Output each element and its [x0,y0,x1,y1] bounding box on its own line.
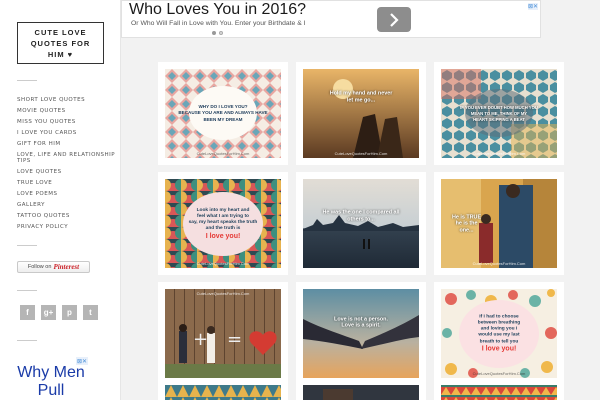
nav-item-love-quotes[interactable]: LOVE QUOTES [17,167,117,178]
quote-image [303,385,419,400]
top-ad-pager [212,31,223,35]
quote-image: He was the one I compared all others to.… [303,179,419,268]
quote-image: He is TRUE he is the one... CuteLoveQuot… [441,179,557,268]
svg-text:+: + [193,329,208,350]
chevron-right-icon[interactable] [377,7,411,32]
gallery-card[interactable]: + = CuteLoveQuotesForHim.Com [158,282,288,385]
quote-caption: Look into my heart and feel what I am tr… [178,201,268,245]
gallery-card[interactable]: Look into my heart and feel what I am tr… [158,172,288,275]
quote-image [441,385,557,400]
gallery-card[interactable] [158,378,288,400]
quote-caption: Love is not a person. Love is a spirit. [334,316,388,329]
quote-text: Look into my heart and feel what I am tr… [188,207,258,232]
divider [17,290,37,291]
nav-item-short-love-quotes[interactable]: SHORT LOVE QUOTES [17,95,117,106]
quote-image: If I had to choose between breathing and… [441,289,557,378]
quote-caption: WHY DO I LOVE YOU? BECAUSE YOU ARE AND A… [178,103,268,122]
gallery-card[interactable]: Love is not a person. Love is a spirit. [296,282,426,385]
pinterest-follow-button[interactable]: Follow on Pinterest [17,261,90,273]
quote-image: WHY DO I LOVE YOU? BECAUSE YOU ARE AND A… [165,69,281,158]
nav-item-movie-quotes[interactable]: MOVIE QUOTES [17,106,117,117]
quote-image [165,385,281,400]
quote-caption: IF YOU EVER DOUBT HOW MUCH YOU MEAN TO M… [460,104,538,122]
top-ad-subtitle: Or Who Will Fall in Love with You. Enter… [131,20,306,27]
quote-caption: He was the one I compared all others to.… [322,209,400,223]
quote-image: + = CuteLoveQuotesForHim.Com [165,289,281,378]
quote-image: IF YOU EVER DOUBT HOW MUCH YOU MEAN TO M… [441,69,557,158]
nav-item-love-life-relationship-tips[interactable]: LOVE, LIFE AND RELATIONSHIP TIPS [17,150,117,167]
pinterest-logo: Pinterest [53,263,80,271]
nav-item-gift-for-him[interactable]: GIFT FOR HIM [17,139,117,150]
gallery-card[interactable] [296,378,426,400]
google-plus-icon[interactable]: g+ [41,305,56,320]
watermark: CuteLoveQuotesForHim.Com [472,371,526,376]
nav-item-privacy-policy[interactable]: PRIVACY POLICY [17,222,117,233]
watermark: CuteLoveQuotesForHim.Com [472,151,526,156]
pinterest-icon[interactable]: p [62,305,77,320]
watermark: CuteLoveQuotesForHim.Com [196,151,250,156]
nav-item-gallery[interactable]: GALLERY [17,200,117,211]
site-logo-text: CUTE LOVE QUOTES FOR HIM ♥ [30,27,91,59]
quote-text: If I had to choose between breathing and… [477,314,521,345]
watermark: CuteLoveQuotesForHim.Com [196,291,250,296]
nav-item-i-love-you-cards[interactable]: I LOVE YOU CARDS [17,128,117,139]
gallery-card[interactable] [434,378,564,400]
gallery-card[interactable]: IF YOU EVER DOUBT HOW MUCH YOU MEAN TO M… [434,62,564,165]
top-ad-title: Who Loves You in 2016? [129,1,307,18]
quote-caption: Hold my hand and never let me go... [329,90,393,104]
quote-image: Hold my hand and never let me go... Cute… [303,69,419,158]
social-links: f g+ p t [20,305,98,320]
watermark: CuteLoveQuotesForHim.Com [196,261,250,266]
top-ad-banner[interactable]: Who Loves You in 2016? Or Who Will Fall … [121,0,541,38]
sidebar: CUTE LOVE QUOTES FOR HIM ♥ SHORT LOVE QU… [0,0,121,400]
svg-text:=: = [227,329,242,350]
gallery-card[interactable]: If I had to choose between breathing and… [434,282,564,385]
quote-accent: I love you! [481,345,517,353]
tumblr-icon[interactable]: t [83,305,98,320]
watermark: CuteLoveQuotesForHim.Com [334,151,388,156]
nav-item-tattoo-quotes[interactable]: TATTOO QUOTES [17,211,117,222]
ad-close-icon[interactable]: ⊠✕ [76,357,88,365]
nav-item-love-poems[interactable]: LOVE POEMS [17,189,117,200]
gallery-card[interactable]: He was the one I compared all others to.… [296,172,426,275]
divider [17,245,37,246]
ad-close-icon[interactable]: ⊠✕ [528,3,538,10]
divider [17,340,37,341]
divider [17,80,37,81]
sidebar-ad[interactable]: ⊠✕ Why Men Pull [14,357,88,400]
nav-item-true-love[interactable]: TRUE LOVE [17,178,117,189]
site-logo[interactable]: CUTE LOVE QUOTES FOR HIM ♥ [17,22,104,64]
facebook-icon[interactable]: f [20,305,35,320]
pinterest-follow-label: Follow on [27,264,52,270]
gallery-card[interactable]: WHY DO I LOVE YOU? BECAUSE YOU ARE AND A… [158,62,288,165]
gallery-card[interactable]: Hold my hand and never let me go... Cute… [296,62,426,165]
quote-caption: If I had to choose between breathing and… [454,308,544,359]
watermark: CuteLoveQuotesForHim.Com [472,261,526,266]
quote-caption: He is TRUE he is the one... [451,213,482,233]
sidebar-nav: SHORT LOVE QUOTES MOVIE QUOTES MISS YOU … [17,95,117,233]
quote-accent: I love you! [205,232,241,240]
quote-image: Love is not a person. Love is a spirit. [303,289,419,378]
gallery-card[interactable]: He is TRUE he is the one... CuteLoveQuot… [434,172,564,275]
quote-image: Look into my heart and feel what I am tr… [165,179,281,268]
nav-item-miss-you-quotes[interactable]: MISS YOU QUOTES [17,117,117,128]
